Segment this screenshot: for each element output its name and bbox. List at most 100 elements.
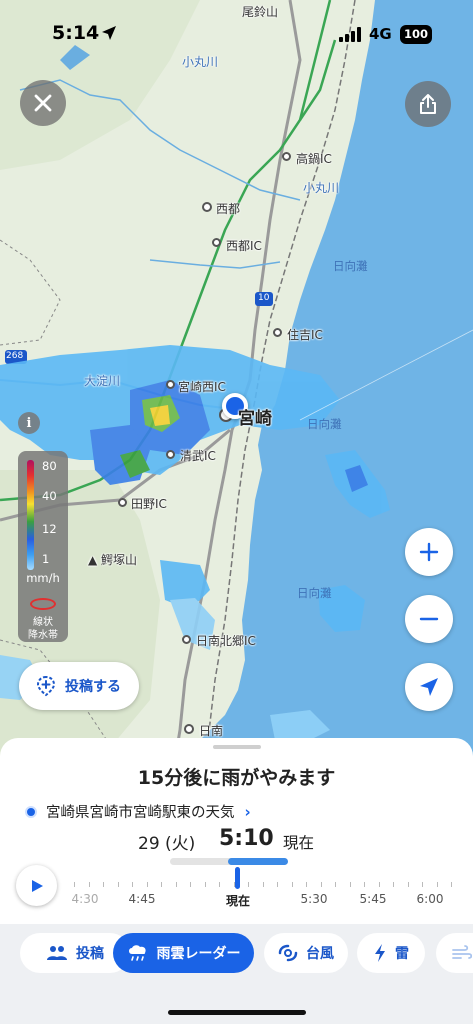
timeline-tick (393, 882, 394, 887)
plus-icon (419, 542, 439, 562)
timeline-tick (146, 882, 148, 887)
map-label-mt-wanitsuka-text: 鰐塚山 (101, 553, 138, 567)
tick-label-now: 現在 (225, 894, 251, 908)
wind-icon (452, 945, 472, 961)
play-icon (31, 879, 43, 892)
timeline-tick (291, 882, 293, 887)
legend-tick-80: 80 (42, 459, 57, 473)
legend-unit: mm/h (26, 571, 60, 585)
timeline-tick (117, 882, 119, 887)
tick-label-0545: 5:45 (359, 892, 387, 906)
map-label-komaru-river-east: 小丸川 (303, 181, 340, 195)
tab-thunder[interactable]: 雷 (357, 933, 425, 973)
tab-typhoon[interactable]: 台風 (264, 933, 348, 973)
saito-marker (202, 202, 212, 212)
timeline-tick (422, 882, 423, 887)
tab-wind[interactable] (436, 933, 473, 973)
miyazaki-nishi-ic-marker (166, 380, 175, 389)
takanabe-ic-marker (282, 152, 291, 161)
map-label-kiyotake-ic: 清武IC (180, 449, 216, 463)
timeline-tick (349, 882, 351, 887)
nichinan-marker (184, 724, 194, 734)
timeline-tick (132, 882, 133, 887)
map-label-sumiyoshi-ic: 住吉IC (287, 328, 323, 342)
info-button[interactable]: i (18, 412, 40, 434)
time-slider[interactable]: 4:30 4:45 現在 5:30 5:45 6:00 (70, 855, 473, 915)
precipitation-legend: 80 40 12 1 mm/h 線状 降水帯 (18, 451, 68, 642)
close-icon (34, 94, 52, 112)
map-label-tano-ic: 田野IC (131, 497, 167, 511)
location-weather-link[interactable]: 宮崎県宮崎市宮崎駅東の天気 › (25, 801, 251, 822)
close-button[interactable] (20, 80, 66, 126)
bottom-tab-bar: 投稿 雨雲レーダー 台風 雷 (0, 924, 473, 1024)
battery-indicator: 100 (400, 25, 432, 44)
timeline-tick (161, 882, 162, 887)
forecast-headline: 15分後に雨がやみます (137, 767, 336, 789)
legend-tick-12: 12 (42, 522, 57, 536)
signal-icon (339, 27, 361, 42)
timeline-tick (103, 882, 104, 887)
sumiyoshi-ic-marker (273, 328, 282, 337)
timeline-tick (74, 882, 75, 887)
linear-rainband-icon (30, 598, 56, 610)
lightning-icon (373, 943, 387, 963)
map-label-nichinan: 日南 (199, 724, 224, 738)
timeline-tick (407, 882, 409, 887)
minus-icon (419, 617, 439, 621)
location-name: 宮崎県宮崎市宮崎駅東の天気 (46, 805, 235, 821)
zoom-in-button[interactable] (405, 528, 453, 576)
sheet-drag-handle[interactable] (213, 745, 261, 749)
timeline-tick (277, 882, 278, 887)
tab-typhoon-label: 台風 (306, 946, 334, 962)
map-label-hyuganada-south: 日向灘 (297, 586, 332, 600)
timeline-tick (262, 882, 264, 887)
tick-label-0445: 4:45 (128, 892, 156, 906)
map-label-miyazaki: 宮崎 (238, 409, 272, 429)
tab-rain-radar[interactable]: 雨雲レーダー (113, 933, 254, 973)
people-icon (46, 945, 68, 961)
timeline-tick (451, 882, 452, 887)
post-location-icon (36, 675, 56, 697)
timeline-tick (175, 882, 177, 887)
post-report-button[interactable]: 投稿する (19, 662, 139, 710)
timeline-tick (204, 882, 206, 887)
map-label-saito: 西都 (216, 202, 241, 216)
tano-ic-marker (118, 498, 127, 507)
legend-color-bar (27, 460, 34, 570)
status-bar: 5:14 4G 100 (0, 0, 473, 56)
play-button[interactable] (16, 865, 57, 906)
tick-label-0600: 6:00 (416, 892, 444, 906)
tab-thunder-label: 雷 (395, 946, 409, 962)
location-arrow-icon (102, 26, 116, 40)
map-label-saito-ic: 西都IC (226, 239, 262, 253)
map-label-miyazaki-nishi-ic: 宮崎西IC (178, 380, 226, 394)
post-report-label: 投稿する (65, 679, 121, 695)
timeline-tick (364, 882, 365, 887)
legend-tick-1: 1 (42, 552, 50, 566)
date-label: 29 (火) (138, 834, 196, 854)
legend-band-label-2: 降水帯 (28, 630, 58, 641)
timeline-tick (378, 882, 380, 887)
now-label: 現在 (283, 834, 315, 852)
share-icon (420, 94, 436, 114)
kiyotake-ic-marker (166, 450, 175, 459)
typhoon-icon (278, 943, 298, 963)
tick-label-0530: 5:30 (300, 892, 328, 906)
location-dot-icon (25, 805, 37, 818)
timeline-tick (306, 882, 307, 887)
saito-ic-marker (212, 238, 221, 247)
timeline-thumb[interactable] (235, 867, 240, 889)
share-button[interactable] (405, 81, 451, 127)
zoom-out-button[interactable] (405, 595, 453, 643)
tick-label-0430: 4:30 (71, 892, 99, 906)
map-label-hyuganada-mid: 日向灘 (307, 417, 342, 431)
map-label-takanabe-ic: 高鍋IC (296, 152, 332, 166)
home-indicator (168, 1010, 306, 1015)
status-time: 5:14 (52, 22, 100, 44)
rain-radar-map[interactable]: 尾鈴山 小丸川 高鍋IC 小丸川 西都 西都IC 日向灘 10 住吉IC 268… (0, 0, 473, 760)
timeline-progress (228, 858, 288, 865)
map-label-mt-wanitsuka: ▲ 鰐塚山 (88, 553, 138, 567)
info-icon: i (26, 415, 32, 431)
timeline-tick (219, 882, 220, 887)
current-location-button[interactable] (405, 663, 453, 711)
